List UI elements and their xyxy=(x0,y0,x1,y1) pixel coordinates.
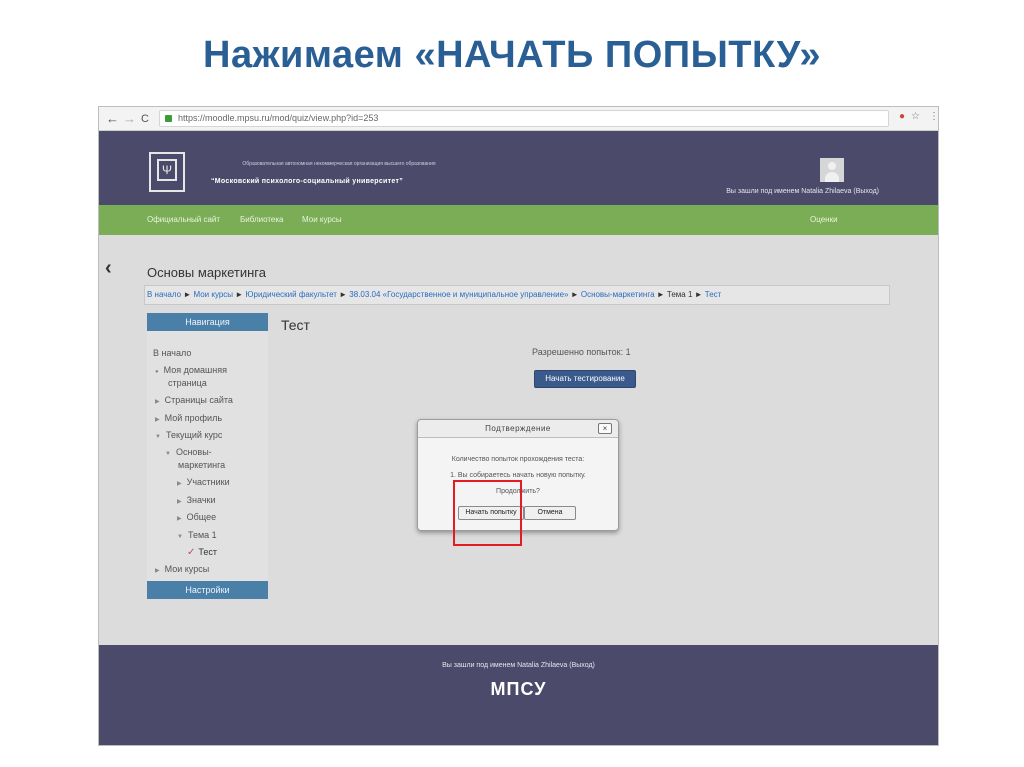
university-logo[interactable]: Ψ xyxy=(149,152,185,192)
address-bar[interactable]: https://moodle.mpsu.ru/mod/quiz/view.php… xyxy=(159,110,889,127)
footer-logo: МПСУ xyxy=(490,679,547,699)
org-name: “Московский психолого-социальный универс… xyxy=(211,178,404,185)
breadcrumb-item[interactable]: Юридический факультет xyxy=(245,290,337,299)
breadcrumb-separator: ► xyxy=(656,290,667,299)
breadcrumb-separator: ► xyxy=(235,290,246,299)
breadcrumb-separator: ► xyxy=(570,290,581,299)
avatar-body xyxy=(825,172,839,182)
back-icon[interactable]: ← xyxy=(106,110,119,128)
tree-my-courses[interactable]: ▶ Мои курсы xyxy=(155,563,209,577)
bullet-icon: ● xyxy=(155,369,159,375)
dialog-line-2: 1. Вы собираетесь начать новую попытку. xyxy=(450,472,586,479)
reload-icon[interactable]: C xyxy=(141,110,149,128)
tree-course[interactable]: ▼ Основы- xyxy=(165,446,212,460)
course-title: Основы маркетинга xyxy=(147,265,266,280)
dialog-line-1: Количество попыток прохождения теста: xyxy=(451,456,585,463)
breadcrumb-item[interactable]: Тест xyxy=(705,290,722,299)
forward-icon[interactable]: → xyxy=(123,110,136,128)
site-footer: Вы зашли под именем Natalia Zhilaeva (Вы… xyxy=(99,645,938,745)
triangle-down-icon: ▼ xyxy=(177,534,183,540)
org-subtitle: Образовательная автономная некоммерческа… xyxy=(242,161,436,167)
tree-site-pages[interactable]: ▶ Страницы сайта xyxy=(155,394,233,408)
chevron-left-icon[interactable]: ‹ xyxy=(105,257,112,280)
user-avatar[interactable] xyxy=(820,158,844,182)
avatar-head xyxy=(828,162,836,170)
triangle-down-icon: ▼ xyxy=(165,451,171,457)
breadcrumb-separator: ► xyxy=(694,290,705,299)
tree-general[interactable]: ▶ Общее xyxy=(177,511,216,525)
psi-logo-icon: Ψ xyxy=(157,159,177,181)
triangle-right-icon: ▶ xyxy=(155,399,160,405)
tree-profile[interactable]: ▶ Мой профиль xyxy=(155,412,222,426)
nav-grades[interactable]: Оценки xyxy=(810,215,838,224)
slide: Нажимаем «НАЧАТЬ ПОПЫТКУ» ← → C https://… xyxy=(0,0,1024,767)
breadcrumb-item[interactable]: В начало xyxy=(147,290,181,299)
dialog-title: Подтверждение xyxy=(418,420,618,438)
footer-login-info[interactable]: Вы зашли под именем Natalia Zhilaeva (Вы… xyxy=(99,662,938,669)
nav-my-courses[interactable]: Мои курсы xyxy=(302,215,342,224)
menu-icon[interactable]: ⋮ xyxy=(929,111,938,122)
tree-current-course[interactable]: ▼ Текущий курс xyxy=(155,429,222,443)
highlight-box xyxy=(453,480,522,546)
cancel-button[interactable]: Отмена xyxy=(524,506,576,520)
tree-dashboard[interactable]: ● Моя домашняя xyxy=(155,364,227,378)
settings-block-header[interactable]: Настройки xyxy=(147,581,268,599)
browser-toolbar: ← → C https://moodle.mpsu.ru/mod/quiz/vi… xyxy=(99,107,938,131)
tree-quiz[interactable]: ✓ Тест xyxy=(187,546,217,559)
site-header: Ψ Образовательная автономная некоммерчес… xyxy=(99,131,938,205)
url-text: https://moodle.mpsu.ru/mod/quiz/view.php… xyxy=(178,113,379,123)
triangle-right-icon: ▶ xyxy=(177,481,182,487)
triangle-right-icon: ▶ xyxy=(155,417,160,423)
tree-participants[interactable]: ▶ Участники xyxy=(177,476,230,490)
start-test-button[interactable]: Начать тестирование xyxy=(534,370,636,388)
nav-library[interactable]: Библиотека xyxy=(240,215,284,224)
browser-window: ← → C https://moodle.mpsu.ru/mod/quiz/vi… xyxy=(98,106,939,746)
breadcrumb-item[interactable]: Основы-маркетинга xyxy=(581,290,655,299)
breadcrumb-item[interactable]: Мои курсы xyxy=(193,290,233,299)
tree-badges[interactable]: ▶ Значки xyxy=(177,494,216,508)
triangle-right-icon: ▶ xyxy=(155,568,160,574)
tree-dashboard-cont[interactable]: страница xyxy=(168,377,207,389)
page-title: Тест xyxy=(281,317,310,333)
extension-icon[interactable]: ● xyxy=(899,111,905,122)
star-icon[interactable]: ☆ xyxy=(911,111,920,122)
navigation-block: В начало ● Моя домашняя страница ▶ Страниц… xyxy=(147,331,268,581)
tree-home[interactable]: В начало xyxy=(153,347,191,359)
nav-official-site[interactable]: Официальный сайт xyxy=(147,215,220,224)
triangle-down-icon: ▼ xyxy=(155,434,161,440)
tree-course-cont[interactable]: маркетинга xyxy=(178,459,225,471)
breadcrumb-separator: ► xyxy=(339,290,350,299)
triangle-right-icon: ▶ xyxy=(177,499,182,505)
slide-title: Нажимаем «НАЧАТЬ ПОПЫТКУ» xyxy=(203,34,821,76)
breadcrumb: В начало ► Мои курсы ► Юридический факул… xyxy=(144,285,890,305)
breadcrumb-separator: ► xyxy=(183,290,194,299)
login-info[interactable]: Вы зашли под именем Natalia Zhilaeva (Вы… xyxy=(679,188,879,195)
top-navigation: Официальный сайт Библиотека Мои курсы Оц… xyxy=(99,205,938,235)
breadcrumb-item[interactable]: Тема 1 xyxy=(667,290,693,299)
lock-icon xyxy=(165,115,172,122)
breadcrumb-item[interactable]: 38.03.04 «Государственное и муниципально… xyxy=(349,290,568,299)
navigation-block-header[interactable]: Навигация xyxy=(147,313,268,331)
triangle-right-icon: ▶ xyxy=(177,516,182,522)
quiz-check-icon: ✓ xyxy=(187,547,196,558)
tree-topic-1[interactable]: ▼ Тема 1 xyxy=(177,529,217,543)
attempts-allowed: Разрешенно попыток: 1 xyxy=(532,347,631,357)
close-icon[interactable]: × xyxy=(598,423,612,434)
